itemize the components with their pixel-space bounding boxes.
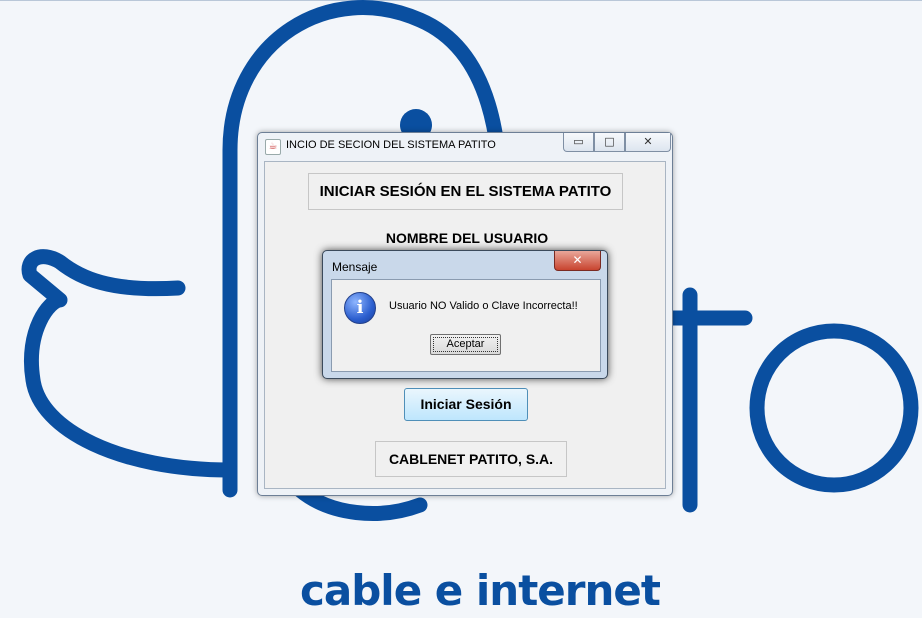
message-dialog: Mensaje ✕ i Usuario NO Valido o Clave In… bbox=[322, 250, 608, 379]
logo-duck-tail bbox=[21, 249, 238, 478]
login-heading: INICIAR SESIÓN EN EL SISTEMA PATITO bbox=[308, 173, 623, 210]
username-label: NOMBRE DEL USUARIO bbox=[385, 230, 549, 246]
accept-button[interactable]: Aceptar bbox=[430, 334, 501, 355]
java-app-icon: ☕ bbox=[265, 139, 281, 155]
error-message: Usuario NO Valido o Clave Incorrecta!! bbox=[389, 300, 578, 312]
maximize-button[interactable]: □ bbox=[594, 133, 625, 152]
message-dialog-body: i Usuario NO Valido o Clave Incorrecta!!… bbox=[331, 279, 601, 372]
message-dialog-title: Mensaje bbox=[332, 260, 378, 274]
minimize-button[interactable]: ▭ bbox=[563, 133, 594, 152]
info-icon: i bbox=[344, 292, 376, 324]
window-controls: ▭ □ ✕ bbox=[563, 133, 671, 152]
company-label: CABLENET PATITO, S.A. bbox=[375, 441, 567, 477]
login-button[interactable]: Iniciar Sesión bbox=[404, 388, 528, 421]
dialog-close-button[interactable]: ✕ bbox=[554, 251, 601, 271]
login-window-title: INCIO DE SECION DEL SISTEMA PATITO bbox=[286, 139, 496, 151]
tagline: cable e internet bbox=[300, 566, 661, 615]
accept-button-label: Aceptar bbox=[446, 338, 485, 350]
logo-letter-o bbox=[749, 323, 919, 493]
close-button[interactable]: ✕ bbox=[625, 133, 671, 152]
